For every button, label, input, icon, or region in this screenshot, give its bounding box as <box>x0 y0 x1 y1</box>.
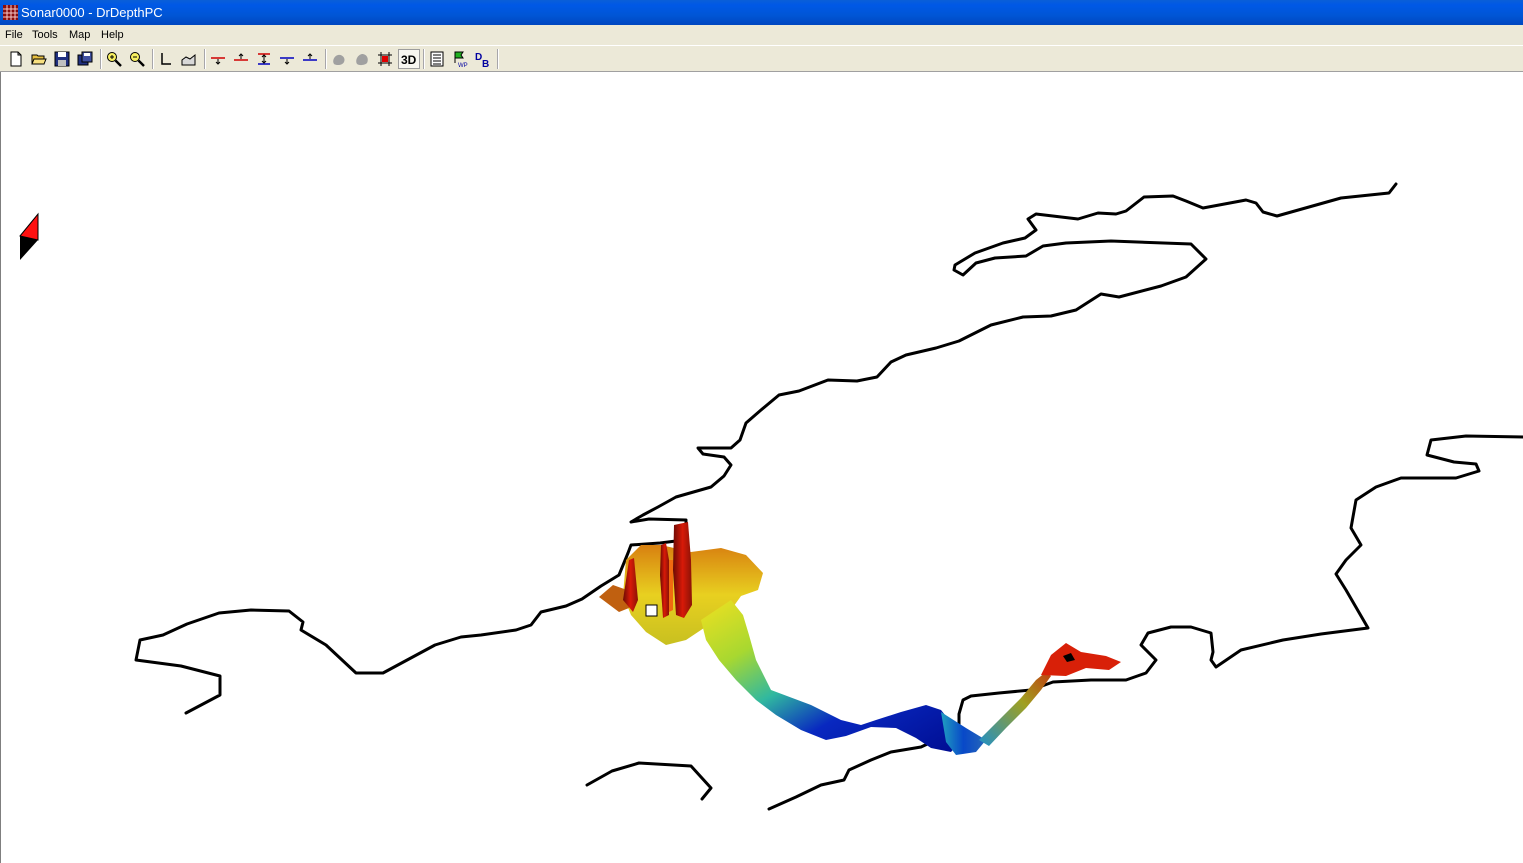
view-3d-icon: 3D <box>401 53 417 67</box>
profile-icon <box>181 53 196 66</box>
toolbar-separator <box>497 49 499 69</box>
depth-down-blue-button[interactable] <box>300 49 320 69</box>
window-title: Sonar0000 - DrDepthPC <box>21 5 163 20</box>
toolbar-separator <box>325 49 327 69</box>
open-folder-icon <box>31 54 47 65</box>
db-badge-b: B <box>482 59 489 67</box>
waypoint-badge: WP <box>458 63 468 67</box>
menu-tools[interactable]: Tools <box>32 28 58 42</box>
depth-column <box>673 522 692 618</box>
blob-icon <box>333 54 345 66</box>
view-3d-button[interactable]: 3D <box>398 49 420 69</box>
menu-map[interactable]: Map <box>69 28 90 42</box>
new-file-icon <box>10 51 22 67</box>
grid-target-icon <box>378 52 392 66</box>
axis-icon <box>161 53 171 65</box>
depth-up-blue-icon <box>280 57 294 65</box>
zoom-out-icon <box>130 52 145 67</box>
menu-file[interactable]: File <box>5 28 23 42</box>
depth-up-red-button[interactable] <box>208 49 228 69</box>
depth-surface-east-bay <box>1041 643 1121 676</box>
blob-button[interactable] <box>329 49 349 69</box>
shoreline-south <box>767 434 1523 811</box>
blob-alt-button[interactable] <box>352 49 372 69</box>
depth-down-red-icon <box>234 53 248 61</box>
database-icon: DB <box>475 52 489 67</box>
depth-down-red-button[interactable] <box>231 49 251 69</box>
map-3d-view[interactable] <box>0 72 1523 863</box>
depth-range-icon <box>258 53 270 65</box>
depth-up-red-icon <box>211 57 225 65</box>
profile-button[interactable] <box>179 49 199 69</box>
save-icon <box>54 51 70 67</box>
shoreline-islet <box>585 761 713 801</box>
save-all-button[interactable] <box>75 49 95 69</box>
grid-target-button[interactable] <box>375 49 395 69</box>
zoom-out-button[interactable] <box>127 49 147 69</box>
blob-alt-icon <box>356 54 368 66</box>
new-file-button[interactable] <box>6 49 26 69</box>
menu-help[interactable]: Help <box>101 28 124 42</box>
toolbar-separator <box>204 49 206 69</box>
compass-icon <box>19 212 39 260</box>
title-bar[interactable]: Sonar0000 - DrDepthPC <box>0 0 1523 25</box>
zoom-in-icon <box>107 52 122 67</box>
toolbar-separator <box>152 49 154 69</box>
boat-position-marker[interactable] <box>645 604 658 617</box>
map-drawing <box>19 182 1523 811</box>
shoreline-north <box>134 182 1398 715</box>
list-button[interactable] <box>427 49 447 69</box>
save-button[interactable] <box>52 49 72 69</box>
zoom-in-button[interactable] <box>104 49 124 69</box>
list-icon <box>430 51 444 67</box>
database-button[interactable]: DB <box>473 49 493 69</box>
depth-up-blue-button[interactable] <box>277 49 297 69</box>
depth-surface <box>599 522 1121 755</box>
save-all-icon <box>77 51 93 66</box>
toolbar-separator <box>100 49 102 69</box>
depth-surface-narrow-channel <box>979 672 1051 746</box>
depth-surface-channel <box>701 600 961 752</box>
waypoint-button[interactable]: WP <box>450 49 470 69</box>
depth-column <box>669 560 673 612</box>
open-button[interactable] <box>29 49 49 69</box>
menu-bar: File Tools Map Help <box>0 25 1523 45</box>
depth-down-blue-icon <box>303 53 317 61</box>
toolbar: 3D WP DB <box>0 45 1523 72</box>
axis-button[interactable] <box>156 49 176 69</box>
toolbar-separator <box>423 49 425 69</box>
depth-range-button[interactable] <box>254 49 274 69</box>
app-icon <box>3 5 18 20</box>
waypoint-icon: WP <box>454 51 468 67</box>
